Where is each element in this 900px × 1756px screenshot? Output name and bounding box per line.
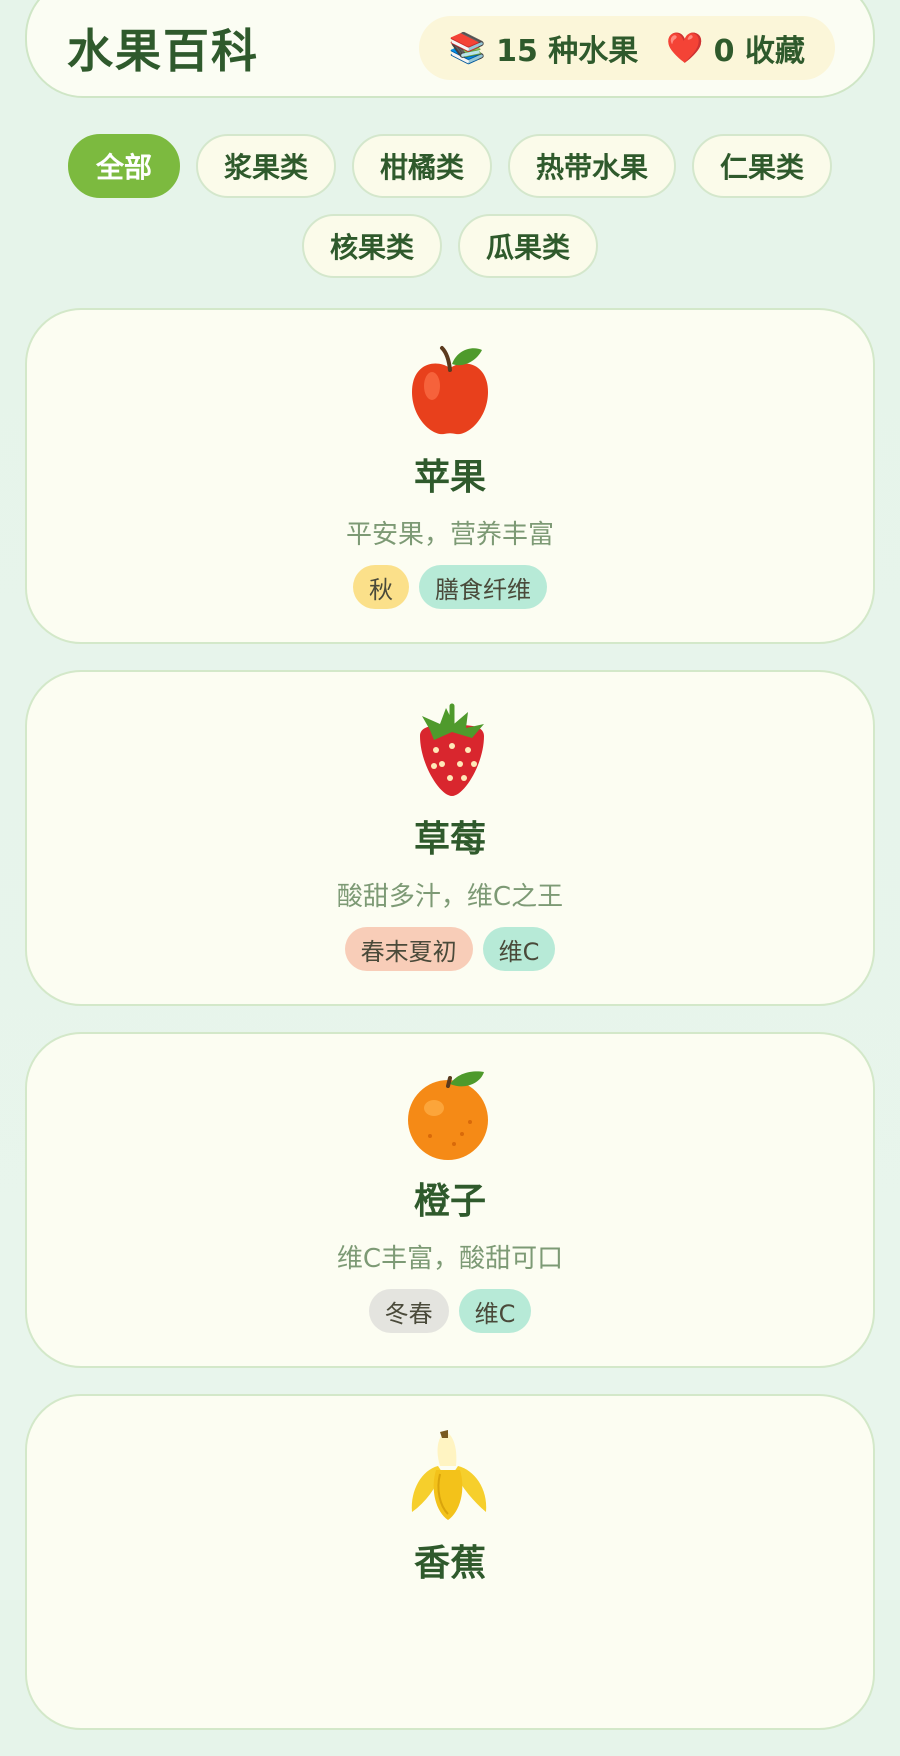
fruit-name: 草莓 (413, 819, 486, 860)
season-tag: 秋 (353, 565, 409, 609)
fruit-count-stat: 📚 15 种水果 (449, 26, 639, 70)
banana-icon (400, 1426, 500, 1526)
apple-icon (400, 340, 500, 440)
strawberry-icon (400, 702, 500, 802)
books-icon: 📚 (448, 30, 487, 66)
stats-badge: 📚 15 种水果 ❤️ 0 收藏 (418, 16, 835, 80)
nutrient-tag: 膳食纤维 (419, 565, 547, 609)
season-tag: 冬春 (368, 1289, 449, 1333)
fruit-card-banana[interactable]: 香蕉 (25, 1394, 875, 1730)
fruit-tags: 春末夏初 维C (344, 927, 556, 971)
orange-icon (400, 1064, 500, 1164)
filter-chip-pome[interactable]: 仁果类 (692, 134, 833, 198)
nutrient-tag: 维C (458, 1289, 532, 1333)
filter-chip-melon[interactable]: 瓜果类 (458, 214, 599, 278)
fruit-description: 维C丰富，酸甜可口 (336, 1244, 564, 1274)
fruit-description: 平安果，营养丰富 (345, 520, 554, 550)
app-header: 水果百科 📚 15 种水果 ❤️ 0 收藏 (25, 0, 875, 98)
fruit-name: 橙子 (413, 1181, 486, 1222)
fruit-tags: 冬春 维C (368, 1289, 532, 1333)
fruit-tags: 秋 膳食纤维 (353, 565, 547, 609)
fruit-card-apple[interactable]: 苹果 平安果，营养丰富 秋 膳食纤维 (25, 308, 875, 644)
filter-chip-all[interactable]: 全部 (67, 134, 180, 198)
fruit-name: 苹果 (413, 457, 486, 498)
favorite-count-stat[interactable]: ❤️ 0 收藏 (666, 26, 805, 70)
fruit-card-orange[interactable]: 橙子 维C丰富，酸甜可口 冬春 维C (25, 1032, 875, 1368)
season-tag: 春末夏初 (344, 927, 473, 971)
filter-chip-berries[interactable]: 浆果类 (195, 134, 336, 198)
filter-row-2: 核果类 瓜果类 (0, 214, 900, 278)
heart-icon: ❤️ (666, 30, 704, 66)
filter-chip-tropical[interactable]: 热带水果 (508, 134, 677, 198)
fruit-list: 苹果 平安果，营养丰富 秋 膳食纤维 草莓 酸甜多汁，维C之王 春末夏初 维C … (25, 308, 875, 1756)
fruit-description: 酸甜多汁，维C之王 (336, 882, 564, 912)
category-filters: 全部 浆果类 柑橘类 热带水果 仁果类 核果类 瓜果类 (0, 134, 900, 294)
filter-row-1: 全部 浆果类 柑橘类 热带水果 仁果类 (0, 134, 900, 198)
filter-chip-citrus[interactable]: 柑橘类 (351, 134, 492, 198)
nutrient-tag: 维C (482, 927, 556, 971)
favorite-count-text: 0 收藏 (713, 34, 805, 69)
filter-chip-drupe[interactable]: 核果类 (301, 214, 442, 278)
fruit-count-text: 15 种水果 (496, 34, 639, 69)
fruit-name: 香蕉 (413, 1543, 486, 1584)
page-title: 水果百科 (67, 24, 259, 78)
fruit-card-strawberry[interactable]: 草莓 酸甜多汁，维C之王 春末夏初 维C (25, 670, 875, 1006)
